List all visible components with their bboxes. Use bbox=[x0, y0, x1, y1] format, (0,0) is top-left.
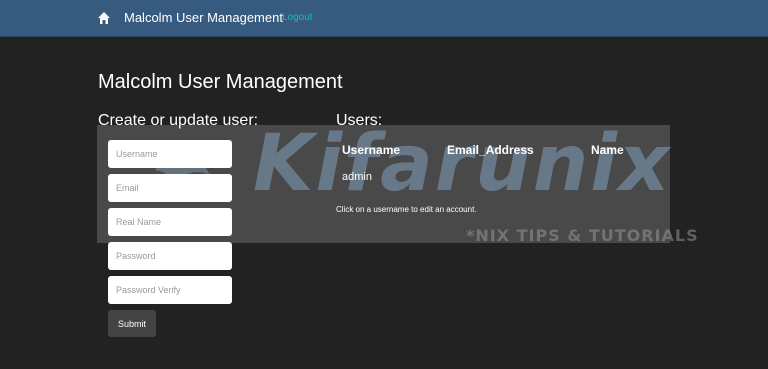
password-verify-input[interactable] bbox=[108, 276, 232, 304]
users-title: Users: bbox=[336, 112, 383, 129]
username-input[interactable] bbox=[108, 140, 232, 168]
top-navbar: Malcolm User Management Logout bbox=[0, 0, 768, 37]
edit-hint-text: Click on a username to edit an account. bbox=[336, 205, 477, 214]
column-header-username: Username bbox=[342, 143, 401, 157]
column-header-name: Name bbox=[591, 143, 624, 157]
watermark-subtext: *NIX TIPS & TUTORIALS bbox=[466, 226, 699, 245]
user-row-username[interactable]: admin bbox=[342, 171, 372, 183]
watermark-text: Kifarunix bbox=[253, 119, 672, 209]
password-input[interactable] bbox=[108, 242, 232, 270]
logout-link[interactable]: Logout bbox=[282, 12, 313, 23]
page-title: Malcolm User Management bbox=[98, 71, 343, 93]
home-icon[interactable] bbox=[97, 11, 111, 25]
create-user-title: Create or update user: bbox=[98, 112, 259, 129]
column-header-email: Email_Address bbox=[447, 143, 534, 157]
submit-button[interactable]: Submit bbox=[108, 310, 156, 337]
email-input[interactable] bbox=[108, 174, 232, 202]
brand-title[interactable]: Malcolm User Management bbox=[124, 10, 283, 25]
real-name-input[interactable] bbox=[108, 208, 232, 236]
